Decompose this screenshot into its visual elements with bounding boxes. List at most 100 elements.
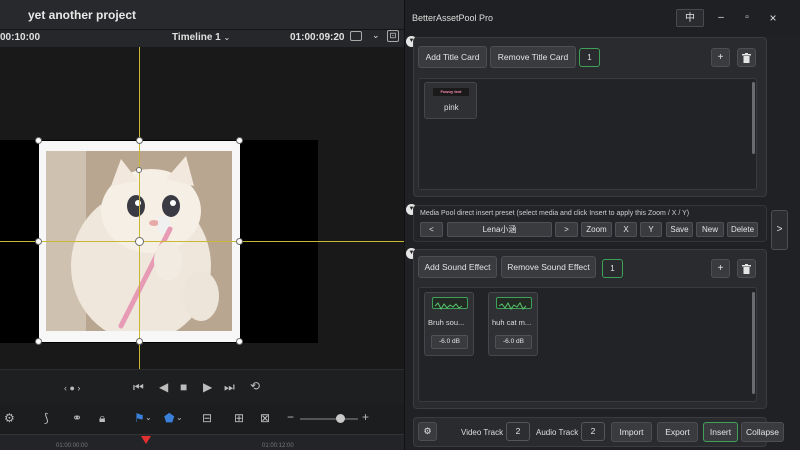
- skip-back-icon[interactable]: ⏮: [133, 380, 144, 395]
- timeline-selector[interactable]: Timeline 1 ⌄: [172, 32, 230, 43]
- resize-handle[interactable]: [236, 137, 243, 144]
- language-button[interactable]: 中: [676, 9, 704, 27]
- flag-icon[interactable]: ⚑: [134, 411, 145, 425]
- tool-icon[interactable]: ⚙: [4, 411, 15, 425]
- title-card-section: Add Title Card Remove Title Card 1 + Fuw…: [413, 37, 767, 197]
- trash-icon[interactable]: [737, 48, 756, 67]
- zoom-button[interactable]: Zoom: [581, 222, 612, 237]
- import-button[interactable]: Import: [611, 422, 652, 442]
- video-track-label: Video Track: [461, 428, 504, 437]
- preset-next-button[interactable]: >: [555, 222, 578, 237]
- loop-icon[interactable]: ⟲: [250, 379, 260, 393]
- audio-track-input[interactable]: 2: [581, 422, 605, 441]
- resize-handle[interactable]: [35, 238, 42, 245]
- video-editor: yet another project 00:10:00 Timeline 1 …: [0, 0, 404, 450]
- side-expand-button[interactable]: >: [771, 210, 788, 250]
- zoom-in-icon[interactable]: +: [362, 410, 369, 424]
- timeline-toolbar: ⚙ ⟆ ⚭ 🔒︎ ⚑ ⌄ ⬟ ⌄ ⊟ ⊞ ⊠ − +: [0, 404, 404, 434]
- preset-section: Media Pool direct insert preset (select …: [413, 205, 767, 242]
- insert-button[interactable]: Insert: [703, 422, 738, 442]
- panel-titlebar: BetterAssetPool Pro 中 – ▫ ×: [405, 0, 800, 36]
- title-card-tile[interactable]: Fuwuy text pink: [424, 82, 477, 119]
- zoom-detail-icon[interactable]: ⊞: [234, 411, 244, 425]
- horizontal-guide: [0, 241, 404, 242]
- zoom-slider-thumb[interactable]: [336, 414, 345, 423]
- video-viewer[interactable]: [0, 47, 404, 369]
- marker-icon[interactable]: ⬟: [164, 411, 174, 425]
- delete-preset-button[interactable]: Delete: [727, 222, 758, 237]
- audio-waveform-icon: [432, 297, 468, 311]
- maximize-button[interactable]: ▫: [735, 9, 759, 27]
- timeline-name: Timeline 1: [172, 32, 221, 43]
- anchor-handle[interactable]: [135, 237, 144, 246]
- resize-handle[interactable]: [35, 338, 42, 345]
- pivot-handle[interactable]: [136, 167, 142, 173]
- project-bar: yet another project: [0, 0, 404, 30]
- collapse-button[interactable]: Collapse: [741, 422, 784, 442]
- play-reverse-icon[interactable]: ◀: [159, 380, 168, 394]
- audio-waveform-icon: [496, 297, 532, 310]
- zoom-slider[interactable]: [300, 418, 358, 420]
- skip-forward-icon[interactable]: ⏭: [224, 380, 235, 395]
- panel-title: BetterAssetPool Pro: [412, 13, 494, 23]
- scrollbar[interactable]: [752, 292, 755, 394]
- snap-icon[interactable]: ⟆: [44, 411, 49, 425]
- chevron-down-icon[interactable]: ⌄: [372, 30, 380, 41]
- ruler-label: 01:00:12:00: [262, 443, 294, 449]
- resize-handle[interactable]: [136, 338, 143, 345]
- ruler-label: 01:00:00:00: [56, 443, 88, 449]
- scrollbar[interactable]: [752, 82, 755, 154]
- stop-icon[interactable]: ■: [180, 380, 187, 394]
- link-icon[interactable]: ⚭: [72, 411, 82, 425]
- zoom-custom-icon[interactable]: ⊠: [260, 411, 270, 425]
- preset-description: Media Pool direct insert preset (select …: [420, 210, 690, 217]
- volume-field[interactable]: -6.0 dB: [431, 335, 468, 349]
- vertical-guide: [139, 47, 140, 369]
- export-button[interactable]: Export: [657, 422, 698, 442]
- video-track-input[interactable]: 2: [506, 422, 530, 441]
- resize-handle[interactable]: [236, 238, 243, 245]
- title-card-list: Fuwuy text pink: [418, 78, 757, 190]
- timeline-ruler[interactable]: 01:00:00:00 01:00:12:00: [0, 434, 404, 450]
- preset-prev-button[interactable]: <: [420, 222, 443, 237]
- close-button[interactable]: ×: [761, 9, 785, 27]
- add-sound-effect-button[interactable]: Add Sound Effect: [418, 256, 497, 278]
- resize-handle[interactable]: [35, 137, 42, 144]
- chevron-down-icon[interactable]: ⌄: [176, 413, 183, 422]
- chevron-down-icon[interactable]: ⌄: [145, 413, 152, 422]
- minimize-button[interactable]: –: [709, 9, 733, 27]
- play-icon[interactable]: ▶: [203, 380, 212, 394]
- zoom-out-icon[interactable]: −: [287, 410, 294, 424]
- resize-handle[interactable]: [136, 137, 143, 144]
- volume-field[interactable]: -6.0 dB: [495, 335, 532, 349]
- new-preset-button[interactable]: New: [696, 222, 724, 237]
- preset-name-select[interactable]: Lena小涵: [447, 222, 552, 237]
- remove-sound-effect-button[interactable]: Remove Sound Effect: [501, 256, 596, 278]
- sound-effect-section: Add Sound Effect Remove Sound Effect 1 +…: [413, 249, 767, 409]
- chevron-down-icon: ⌄: [223, 33, 231, 42]
- transform-icon[interactable]: ⊡: [387, 30, 399, 42]
- add-title-card-button[interactable]: Add Title Card: [418, 46, 487, 68]
- remove-title-card-button[interactable]: Remove Title Card: [490, 46, 576, 68]
- x-button[interactable]: X: [615, 222, 637, 237]
- gear-icon[interactable]: ⚙: [418, 422, 437, 441]
- title-card-count: 1: [579, 48, 600, 67]
- asset-pool-panel: BetterAssetPool Pro 中 – ▫ × ▼ Add Title …: [404, 0, 800, 450]
- sound-effect-name: huh cat m...: [492, 318, 532, 327]
- y-button[interactable]: Y: [640, 222, 662, 237]
- lock-icon[interactable]: 🔒︎: [99, 411, 105, 426]
- title-card-thumbnail: Fuwuy text: [433, 88, 469, 96]
- add-icon[interactable]: +: [711, 48, 730, 67]
- sound-effect-tile[interactable]: huh cat m... -6.0 dB: [488, 292, 538, 356]
- viewer-options-icon[interactable]: [350, 31, 362, 41]
- sound-effect-tile[interactable]: Bruh sou... -6.0 dB: [424, 292, 474, 356]
- add-icon[interactable]: +: [711, 259, 730, 278]
- timecode-right: 01:00:09:20: [290, 32, 345, 43]
- save-preset-button[interactable]: Save: [666, 222, 693, 237]
- jog-indicator[interactable]: ‹ ● ›: [64, 383, 80, 393]
- zoom-full-icon[interactable]: ⊟: [202, 411, 212, 425]
- trash-icon[interactable]: [737, 259, 756, 278]
- resize-handle[interactable]: [236, 338, 243, 345]
- playhead[interactable]: [141, 436, 151, 444]
- sound-effect-name: Bruh sou...: [428, 318, 465, 327]
